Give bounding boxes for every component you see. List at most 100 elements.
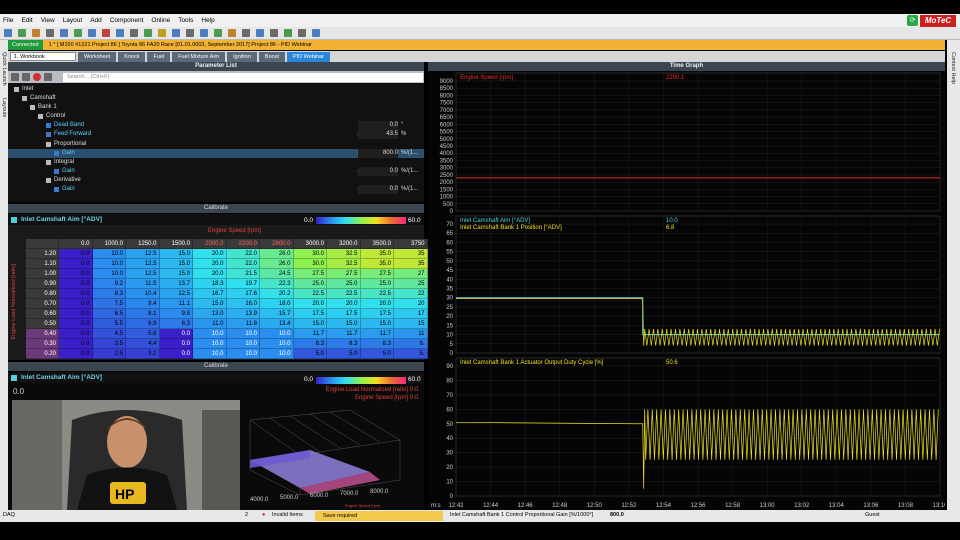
map-cell[interactable]: 13.4 [260,319,294,329]
parameter-row[interactable]: Dead Band 0.0 ° [8,121,424,131]
map-cell[interactable]: 24.5 [260,269,294,279]
map-cell[interactable]: 21.5 [226,269,260,279]
map-cell[interactable]: 0.0 [59,289,93,299]
map-cell[interactable]: 22.5 [327,289,361,299]
map-cell[interactable]: 25.0 [327,279,361,289]
invalid-items-label[interactable]: Invalid Items [272,512,303,518]
3d-surface-plot[interactable]: 4000.0 5000.0 6000.0 7000.0 8000.0 Engine Sp… [240,400,420,510]
parameter-value[interactable]: 800.0 [358,148,398,158]
map-cell[interactable]: 8.3 [159,319,193,329]
map-cell[interactable]: 11.1 [159,299,193,309]
toolbar-button-icon[interactable] [74,29,82,37]
map-cell[interactable]: 0.0 [59,319,93,329]
graph-pane[interactable]: 90 80 70 60 50 40 30 20 10 0 Inlet Camshaft Bank 1… [446,357,941,500]
menu-item-view[interactable]: View [41,17,55,24]
map-cell[interactable]: 15.0 [327,319,361,329]
menu-item-tools[interactable]: Tools [178,17,193,24]
map-cell[interactable]: 10.0 [193,329,227,339]
parameter-value[interactable]: 0.0 [358,166,398,176]
map-cell[interactable]: 10.0 [92,249,126,259]
map-cell[interactable]: 13.7 [159,279,193,289]
parameter-search-input[interactable]: Search... (Ctrl+F) [63,72,423,82]
map-cell[interactable]: 22.5 [293,289,327,299]
toolbar-button-icon[interactable] [242,29,250,37]
toolbar-button-icon[interactable] [228,29,236,37]
map-cell[interactable]: 20.2 [260,289,294,299]
toolbar-button-icon[interactable] [4,29,12,37]
tab-fuel[interactable]: Fuel [147,51,171,62]
map-cell[interactable]: 10.0 [193,339,227,349]
toolbar-button-icon[interactable] [18,29,26,37]
menu-item-add[interactable]: Add [90,17,102,24]
map-cell[interactable]: 6.9 [126,319,160,329]
map-cell[interactable]: 11.5 [126,279,160,289]
map-cell[interactable]: 8. [394,339,428,349]
map-cell[interactable]: 9.4 [126,299,160,309]
save-required-badge[interactable]: Save required [315,511,443,521]
map-cell[interactable]: 15.0 [293,319,327,329]
context-help-tab[interactable]: Context Help [950,52,956,84]
map-cell[interactable]: 10.0 [193,349,227,359]
map-cell[interactable]: 12.5 [159,289,193,299]
map-cell[interactable]: 0.0 [59,269,93,279]
toolbar-button-icon[interactable] [200,29,208,37]
map-cell[interactable]: 27 [394,269,428,279]
map-cell[interactable]: 20.0 [360,299,394,309]
map-cell[interactable]: 13.9 [226,309,260,319]
toolbar-button-icon[interactable] [144,29,152,37]
map-table[interactable]: 0.0 1000.0 1250.0 1500.0 2000.0 2200.0 2600.0 3… [26,239,428,359]
map-cell[interactable]: 17.5 [327,309,361,319]
parameter-row[interactable]: Inlet [8,85,424,94]
map-cell[interactable]: 35.0 [360,259,394,269]
parameter-value[interactable]: 0.0 [358,121,398,131]
toolbar-button-icon[interactable] [284,29,292,37]
graph-pane[interactable]: 9000850080007500700065006000550050004500… [440,72,941,215]
map-cell[interactable]: 11.7 [360,329,394,339]
map-cell[interactable]: 4.4 [126,339,160,349]
map-cell[interactable]: 5.6 [126,329,160,339]
map-cell[interactable]: 8.3 [293,339,327,349]
map-cell[interactable]: 17.5 [360,309,394,319]
map-cell[interactable]: 35 [394,249,428,259]
channel-label[interactable]: Inlet Camshaft Bank 1 Position [°ADV] [460,225,562,231]
toolbar-button-icon[interactable] [60,29,68,37]
parameter-row[interactable]: Control [8,112,424,121]
map-cell[interactable]: 18.3 [193,279,227,289]
parameter-row[interactable]: Gain 800.0 %/(1... [8,148,424,158]
layouts-tab[interactable]: Layouts [1,98,7,117]
map-cell[interactable]: 15.7 [260,309,294,319]
tab-worksheet[interactable]: Worksheet [78,51,117,62]
tab-pid-webinar[interactable]: PID Webinar [286,51,331,62]
map-cell[interactable]: 22 [394,289,428,299]
map-cell[interactable]: 26.0 [260,249,294,259]
toolbar-button-icon[interactable] [102,29,110,37]
map-cell[interactable]: 11.7 [327,329,361,339]
map-cell[interactable]: 15 [394,319,428,329]
map-cell[interactable]: 25 [394,279,428,289]
toolbar-button-icon[interactable] [88,29,96,37]
toolbar-button-icon[interactable] [186,29,194,37]
toolbar-button-icon[interactable] [298,29,306,37]
map-cell[interactable]: 0.0 [59,259,93,269]
tab-boost[interactable]: Boost [258,51,285,62]
map-cell[interactable]: 5.5 [92,319,126,329]
parameter-row[interactable]: Gain 0.0 %/(1... [8,166,424,176]
map-cell[interactable]: 27.5 [360,269,394,279]
map-cell[interactable]: 30.0 [293,249,327,259]
map-cell[interactable]: 3.5 [92,339,126,349]
map-cell[interactable]: 16.7 [193,289,227,299]
menu-item-file[interactable]: File [3,17,13,24]
map-cell[interactable]: 10.0 [226,349,260,359]
time-graph[interactable]: 9000 8500 8000 7500 7000 6500 6000 5500 5000 4500… [428,71,948,510]
map-cell[interactable]: 19.7 [226,279,260,289]
map-cell[interactable]: 0.0 [59,279,93,289]
map-cell[interactable]: 0.0 [159,329,193,339]
parameter-value[interactable]: 0.0 [358,185,398,195]
map-cell[interactable]: 17.5 [293,309,327,319]
map-cell[interactable]: 12.5 [126,249,160,259]
map-cell[interactable]: 12.5 [126,269,160,279]
parameter-value[interactable]: 43.5 [358,130,398,140]
menu-item-layout[interactable]: Layout [63,17,83,24]
map-cell[interactable]: 5. [394,349,428,359]
map-cell[interactable]: 9.2 [92,279,126,289]
